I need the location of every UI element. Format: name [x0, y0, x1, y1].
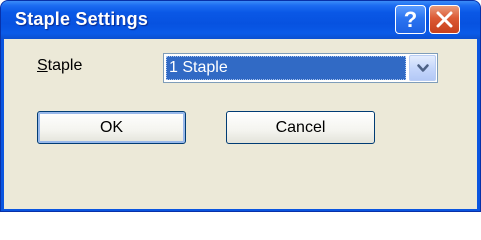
staple-label: Staple: [37, 57, 82, 75]
help-button[interactable]: ?: [395, 5, 426, 34]
window-title: Staple Settings: [15, 9, 149, 29]
ok-button[interactable]: OK: [37, 111, 186, 144]
close-button[interactable]: [429, 5, 460, 34]
staple-dropdown-button[interactable]: [409, 55, 436, 81]
title-bar[interactable]: Staple Settings ?: [1, 1, 480, 39]
staple-label-accelerator: S: [37, 57, 48, 74]
staple-select-value[interactable]: 1 Staple: [166, 56, 406, 80]
staple-label-text: taple: [47, 57, 83, 74]
chevron-down-icon: [417, 64, 429, 72]
staple-select[interactable]: 1 Staple: [163, 53, 438, 83]
staple-settings-dialog: Staple Settings ? Staple 1 Staple OK Can…: [0, 0, 481, 212]
help-icon: ?: [403, 7, 418, 32]
cancel-button[interactable]: Cancel: [226, 111, 375, 144]
close-icon: [436, 11, 453, 28]
